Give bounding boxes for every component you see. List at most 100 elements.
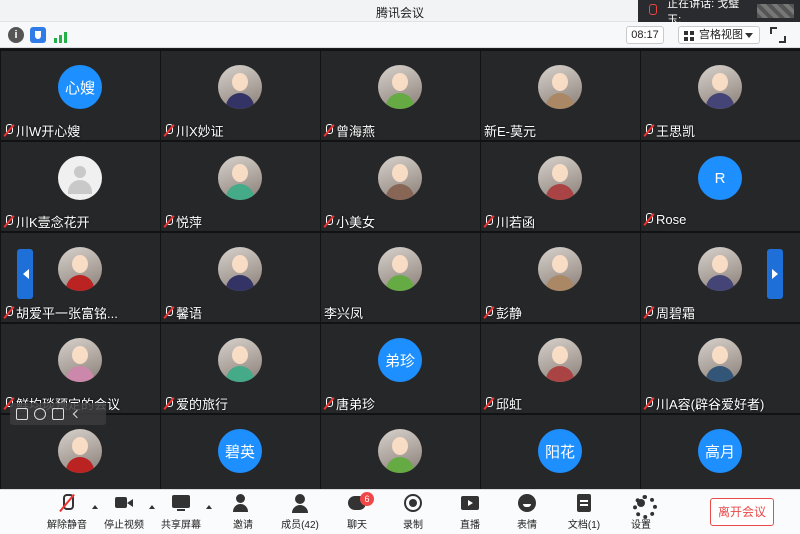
invite-button[interactable]: 邀请 [216,493,270,533]
participant-name-text: 悦萍 [176,215,203,230]
participant-name-text: 小美女 [336,215,376,230]
emoji-label: 表情 [517,520,537,531]
unmute-button[interactable]: 解除静音 [40,493,94,533]
participant-name-text: 王思凯 [656,124,696,139]
leave-meeting-button[interactable]: 离开会议 [710,498,774,526]
participant-name: 邱虹 [484,394,522,413]
microphone-muted-icon [644,124,654,137]
avatar: 心嫂 [58,65,102,109]
participant-name: 彭静 [484,303,522,322]
participant-tile[interactable]: 新E-莫元 [481,51,640,140]
participant-tile[interactable]: 小美女 [321,142,480,231]
participant-name-text: 李兴凤 [324,306,364,321]
video-camera-icon [114,493,134,513]
emoji-icon [517,493,537,513]
participant-tile[interactable]: 弟珍 唐弟珍 [321,324,480,413]
participant-tile[interactable]: 川A容(辟谷爱好者) [641,324,800,413]
settings-button[interactable]: 设置 [614,493,668,533]
previous-page-button[interactable] [17,249,33,299]
microphone-muted-icon [4,306,14,319]
unmute-label: 解除静音 [47,520,87,531]
participant-name-text: 川W开心嫂 [16,124,81,139]
members-button[interactable]: 成员(42) [273,493,327,533]
shield-icon[interactable] [30,27,46,43]
microphone-muted-icon [164,397,174,410]
participant-name: 川A容(辟谷爱好者) [644,394,764,413]
participant-tile[interactable]: 曾海燕 [321,51,480,140]
participant-tile[interactable]: 邱虹 [481,324,640,413]
view-mode-button[interactable]: 宫格视图 [678,26,760,44]
avatar-photo [218,247,262,291]
participant-name: 周碧霜 [644,303,695,322]
participant-tile[interactable]: 李兴凤 [321,233,480,322]
chat-button[interactable]: 聊天 [330,493,384,533]
participant-tile[interactable]: 阳花 [481,415,640,489]
microphone-off-icon [57,493,77,513]
participant-tile[interactable] [321,415,480,489]
avatar-photo [698,338,742,382]
emoji-button[interactable]: 表情 [500,493,554,533]
floating-controls[interactable] [10,403,106,425]
microphone-muted-icon [4,124,14,137]
participant-tile[interactable]: 川K壹念花开 [1,142,160,231]
participant-name-text: 周碧霜 [656,306,696,321]
gear-icon [631,493,657,519]
members-icon [290,493,310,513]
microphone-icon [646,4,658,18]
avatar-photo [58,338,102,382]
layout-icon[interactable] [16,408,28,420]
signal-icon[interactable] [54,27,70,43]
fullscreen-icon[interactable] [770,27,786,43]
share-screen-button[interactable]: 共享屏幕 [154,493,208,533]
participant-tile[interactable] [1,415,160,489]
record-button[interactable]: 录制 [386,493,440,533]
participant-grid: 心嫂 川W开心嫂 川X妙证 曾海燕 新E-莫元 王思凯 川K壹念花开 悦萍 小美女 川若函 R Ros… [0,49,800,489]
participant-tile[interactable]: 心嫂川W开心嫂 [1,51,160,140]
participant-name-text: 爱的旅行 [176,397,229,412]
microphone-muted-icon [484,215,494,228]
participant-tile[interactable]: 悦萍 [161,142,320,231]
microphone-muted-icon [324,124,334,137]
avatar-photo [698,247,742,291]
participant-tile[interactable]: 川X妙证 [161,51,320,140]
stop-video-button[interactable]: 停止视频 [97,493,151,533]
participant-name: 馨语 [164,303,202,322]
participant-name-text: 曾海燕 [336,124,376,139]
chevron-left-icon[interactable] [72,409,82,419]
participant-tile[interactable]: 爱的旅行 [161,324,320,413]
participant-name: 爱的旅行 [164,394,228,413]
participant-tile[interactable]: 碧英 [161,415,320,489]
participant-name: 胡爱平一张富铭... [4,303,118,322]
chat-icon[interactable] [52,408,64,420]
participant-name: 川W开心嫂 [4,121,80,140]
participant-tile[interactable]: 高月 [641,415,800,489]
participant-tile[interactable]: R Rose [641,142,800,231]
participant-name-text: 川X妙证 [176,124,224,139]
microphone-muted-icon [164,215,174,228]
avatar-photo [538,156,582,200]
participant-tile[interactable]: 彭静 [481,233,640,322]
microphone-muted-icon [164,124,174,137]
avatar-photo [378,429,422,473]
blurred-area [756,4,794,18]
participant-tile[interactable]: 鲜均琰预定的会议 [1,324,160,413]
live-button[interactable]: 直播 [443,493,497,533]
default-avatar-icon [58,156,102,200]
participant-tile[interactable]: 川若函 [481,142,640,231]
info-icon[interactable]: i [8,27,24,43]
docs-button[interactable]: 文档(1) [557,493,611,533]
avatar: 弟珍 [378,338,422,382]
participant-name-text: 唐弟珍 [336,397,376,412]
next-page-button[interactable] [767,249,783,299]
participant-name: 悦萍 [164,212,202,231]
emoji-icon[interactable] [34,408,46,420]
participant-name: 新E-莫元 [484,121,536,140]
chat-unread-badge: 6 [360,492,374,506]
avatar-photo [378,65,422,109]
participant-tile[interactable]: 王思凯 [641,51,800,140]
share-options-caret[interactable] [206,502,212,509]
microphone-muted-icon [484,397,494,410]
participant-name: 小美女 [324,212,375,231]
meeting-timer: 08:17 [626,26,664,44]
participant-tile[interactable]: 馨语 [161,233,320,322]
